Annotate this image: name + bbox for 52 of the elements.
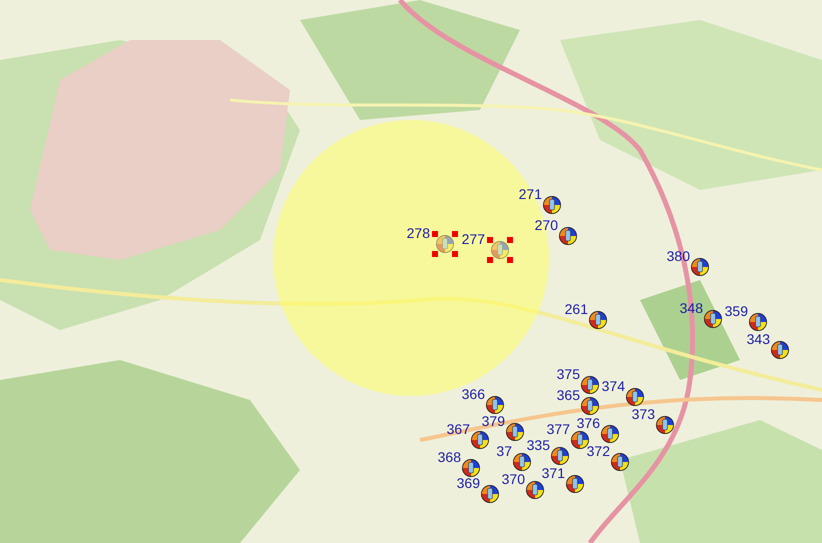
marker-label: 348: [680, 301, 703, 315]
marker-icon[interactable]: [691, 258, 709, 276]
marker-icon[interactable]: [771, 341, 789, 359]
marker-label: 261: [564, 302, 588, 316]
marker-label: 379: [482, 414, 505, 428]
marker-icon[interactable]: [551, 447, 569, 465]
marker-icon[interactable]: [526, 481, 544, 499]
marker-icon[interactable]: [559, 227, 577, 245]
marker-label: 366: [462, 387, 485, 401]
marker-label: 359: [724, 304, 748, 318]
marker-icon[interactable]: [486, 396, 504, 414]
marker-icon[interactable]: [704, 310, 722, 328]
marker-label: 372: [586, 444, 610, 458]
marker-icon[interactable]: [656, 416, 674, 434]
marker-icon[interactable]: [462, 459, 480, 477]
marker-label: 277: [462, 232, 485, 246]
marker-label: 369: [456, 476, 480, 490]
marker-icon[interactable]: [581, 397, 599, 415]
marker-label: 365: [556, 388, 580, 402]
marker-icon[interactable]: [626, 388, 644, 406]
marker-icon[interactable]: [481, 485, 499, 503]
marker-label: 271: [518, 187, 542, 201]
marker-icon[interactable]: [506, 423, 524, 441]
marker-label: 375: [556, 367, 580, 381]
marker-label: 380: [666, 249, 690, 263]
marker-icon[interactable]: [589, 311, 607, 329]
marker-icon[interactable]: [436, 235, 454, 253]
marker-icon[interactable]: [566, 475, 584, 493]
marker-label: 335: [526, 438, 550, 452]
marker-icon[interactable]: [581, 376, 599, 394]
marker-icon[interactable]: [491, 241, 509, 259]
marker-icon[interactable]: [749, 313, 767, 331]
marker-icon[interactable]: [471, 431, 489, 449]
marker-label: 371: [542, 466, 565, 480]
marker-icon[interactable]: [543, 196, 561, 214]
marker-icon[interactable]: [611, 453, 629, 471]
marker-icon[interactable]: [601, 425, 619, 443]
marker-label: 376: [576, 416, 600, 430]
marker-label: 343: [746, 332, 770, 346]
marker-label: 278: [406, 226, 430, 240]
marker-icon[interactable]: [571, 431, 589, 449]
selection-handles-drawing[interactable]: [487, 237, 513, 263]
marker-label: 377: [546, 422, 570, 436]
marker-label: 37: [496, 444, 512, 458]
selection-handles-drawing[interactable]: [432, 231, 458, 257]
marker-label: 270: [534, 218, 558, 232]
marker-label: 367: [446, 422, 470, 436]
marker-label: 370: [502, 472, 525, 486]
marker-icon[interactable]: [513, 453, 531, 471]
marker-label: 373: [632, 407, 655, 421]
marker-label: 368: [438, 450, 461, 464]
marker-label: 374: [602, 379, 625, 393]
